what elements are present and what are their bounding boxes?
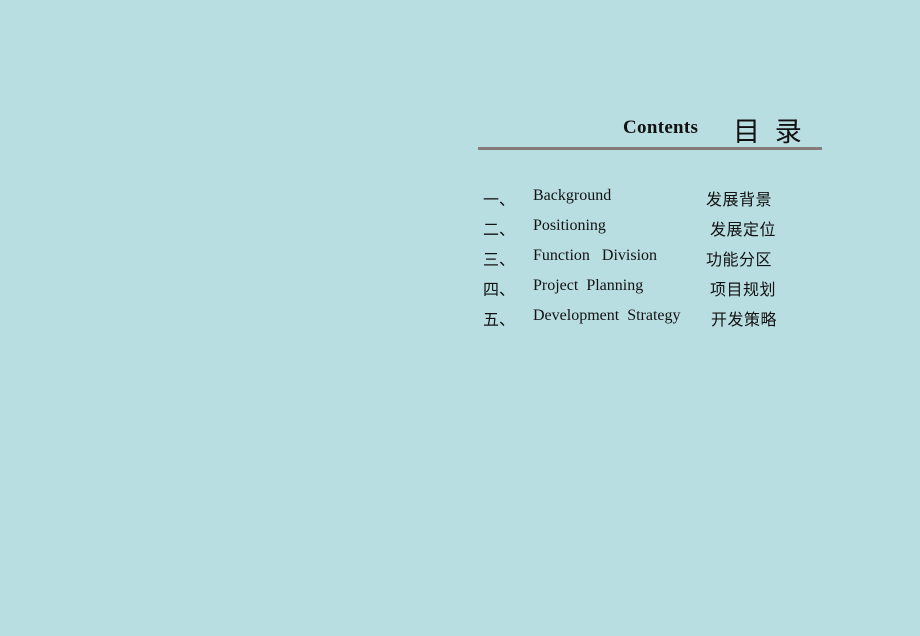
list-item-label-chinese: 发展背景 (706, 192, 773, 209)
list-item[interactable]: 五、 Development Strategy 开发策略 (478, 306, 838, 336)
list-item-label-chinese: 开发策略 (711, 312, 778, 329)
list-item-index: 二、 (483, 222, 516, 239)
list-item[interactable]: 三、 Function Division 功能分区 (478, 246, 838, 276)
heading-divider (478, 147, 822, 150)
presentation-slide: Contents 目 录 一、 Background 发展背景 二、 Posit… (0, 0, 920, 636)
heading-row: Contents 目 录 (478, 112, 822, 148)
list-item-label-chinese: 项目规划 (710, 282, 777, 299)
contents-heading: Contents 目 录 (478, 112, 822, 148)
list-item-index: 五、 (483, 312, 516, 329)
table-of-contents-list: 一、 Background 发展背景 二、 Positioning 发展定位 三… (478, 186, 838, 336)
list-item-label-chinese: 发展定位 (710, 222, 777, 239)
list-item-label-english: Project Planning (533, 277, 644, 294)
list-item-label-english: Function Division (533, 247, 658, 264)
list-item[interactable]: 二、 Positioning 发展定位 (478, 216, 838, 246)
list-item[interactable]: 一、 Background 发展背景 (478, 186, 838, 216)
list-item-index: 四、 (483, 282, 516, 299)
list-item-index: 一、 (483, 192, 516, 209)
page-title-chinese: 目 录 (733, 117, 806, 147)
list-item-index: 三、 (483, 252, 516, 269)
list-item-label-chinese: 功能分区 (706, 252, 773, 269)
list-item-label-english: Development Strategy (533, 307, 681, 324)
list-item[interactable]: 四、 Project Planning 项目规划 (478, 276, 838, 306)
list-item-label-english: Background (533, 187, 612, 204)
page-title-english: Contents (623, 117, 699, 138)
list-item-label-english: Positioning (533, 217, 606, 234)
